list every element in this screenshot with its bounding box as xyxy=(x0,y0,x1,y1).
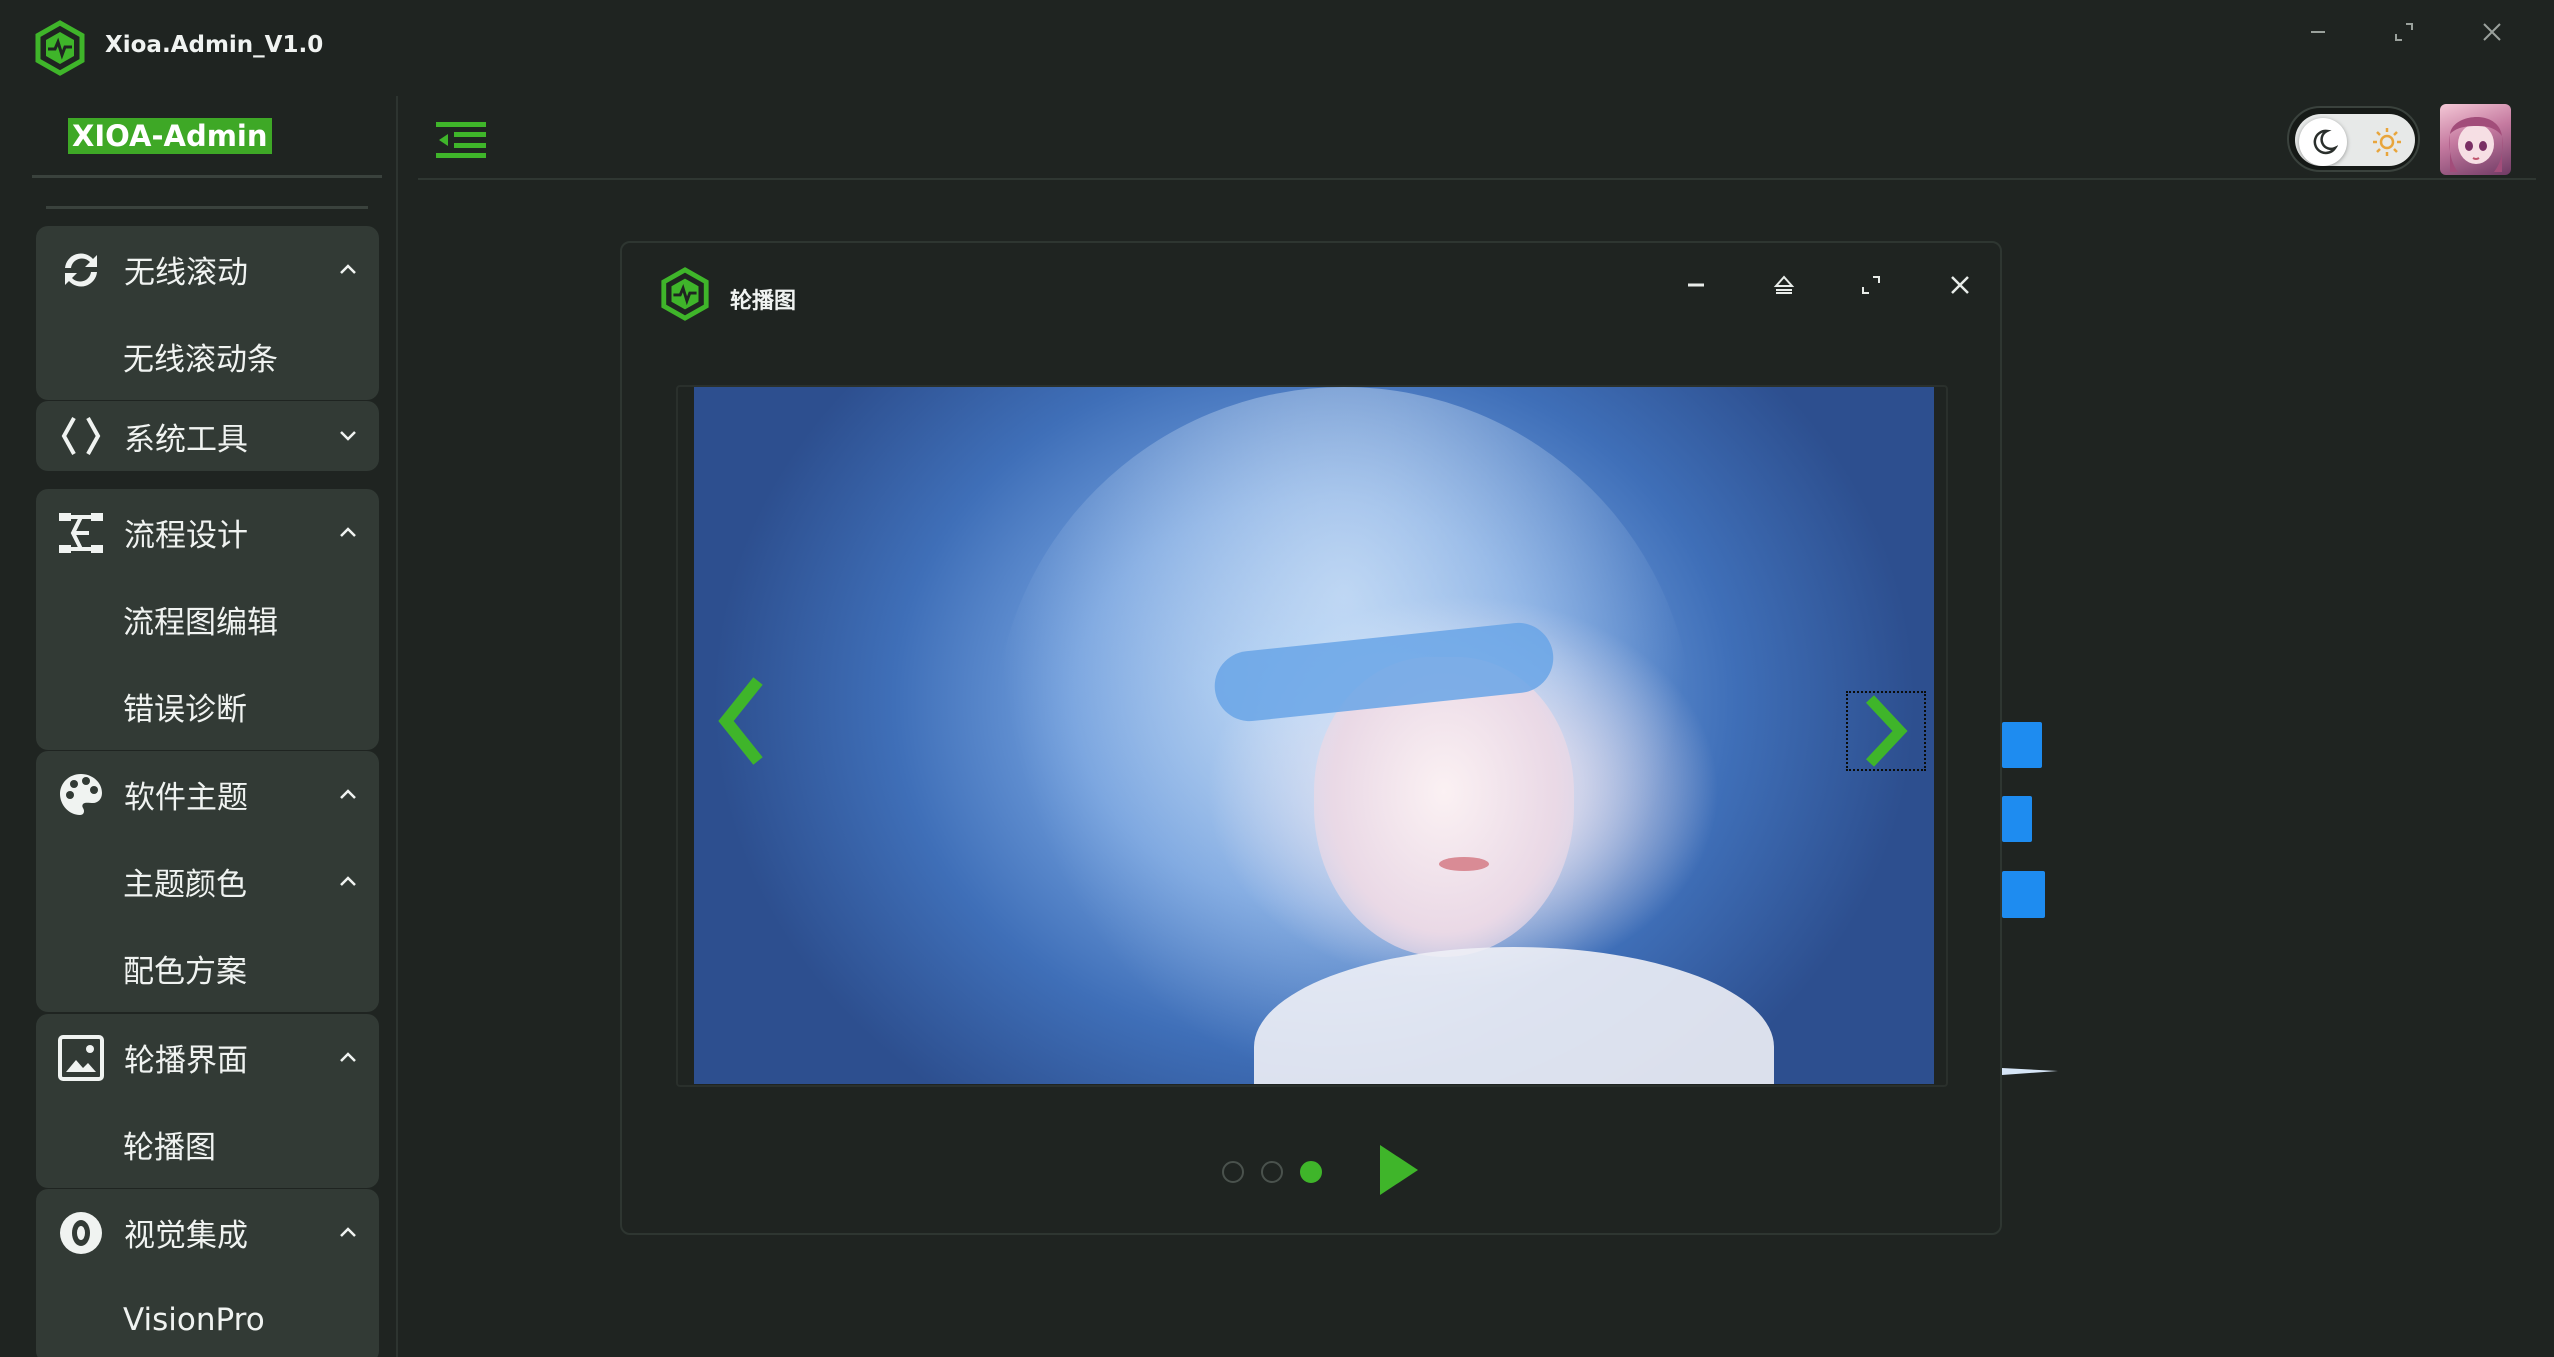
nav-group-header[interactable]: 视觉集成 xyxy=(36,1189,379,1276)
maximize-icon xyxy=(2395,23,2413,41)
sidebar-item-visionpro[interactable]: VisionPro xyxy=(36,1276,379,1357)
nav-group-label: 流程设计 xyxy=(124,518,248,554)
nav-group-system-tools: 系统工具 xyxy=(36,401,379,471)
eye-icon xyxy=(56,1208,106,1258)
chevron-up-icon xyxy=(340,789,356,799)
theme-toggle[interactable] xyxy=(2287,106,2420,172)
chevron-up-icon xyxy=(340,1052,356,1062)
minimize-button[interactable] xyxy=(2293,14,2343,50)
nav-group-header[interactable]: 流程设计 xyxy=(36,489,379,576)
minimize-icon xyxy=(2311,31,2325,33)
carousel-slide-image xyxy=(694,387,1934,1084)
sidebar-item-error-diagnosis[interactable]: 错误诊断 xyxy=(36,663,379,750)
sidebar: XIOA-Admin 无线滚动 无线滚动条 系统工具 流程设计 流程图编辑 错误… xyxy=(0,96,398,1357)
play-icon[interactable] xyxy=(1366,1141,1426,1199)
sidebar-item-flowchart-editor[interactable]: 流程图编辑 xyxy=(36,576,379,663)
divider xyxy=(46,206,368,209)
sun-icon xyxy=(2367,122,2407,162)
nav-group-label: 视觉集成 xyxy=(124,1218,248,1254)
carousel-dot-active[interactable] xyxy=(1300,1161,1322,1183)
dialog-pin-button[interactable] xyxy=(1764,265,1804,305)
divider xyxy=(418,178,2536,180)
app-logo-icon xyxy=(35,20,85,76)
carousel-indicators xyxy=(1222,1161,1322,1183)
chevron-down-icon xyxy=(340,431,356,441)
sidebar-item-infinite-scrollbar[interactable]: 无线滚动条 xyxy=(36,313,379,400)
sidebar-item-label: 主题颜色 xyxy=(123,867,247,903)
menu-toggle-icon[interactable] xyxy=(434,118,490,162)
maximize-button[interactable] xyxy=(2379,14,2429,50)
chevron-up-icon xyxy=(340,876,356,886)
app-logo-icon xyxy=(661,267,709,321)
code-brackets-icon xyxy=(56,411,106,461)
nav-group-header[interactable]: 系统工具 xyxy=(36,401,379,471)
chevron-up-icon xyxy=(340,527,356,537)
nav-group-label: 软件主题 xyxy=(124,780,248,816)
sidebar-brand: XIOA-Admin xyxy=(68,118,272,154)
eject-icon xyxy=(1773,275,1795,294)
sidebar-item-color-scheme[interactable]: 配色方案 xyxy=(36,925,379,1012)
app-title: Xioa.Admin_V1.0 xyxy=(105,32,324,58)
nav-group-software-theme: 软件主题 主题颜色 配色方案 xyxy=(36,751,379,1012)
nav-group-flow-design: 流程设计 流程图编辑 错误诊断 xyxy=(36,489,379,750)
nav-group-header[interactable]: 软件主题 xyxy=(36,751,379,838)
carousel-dialog: 轮播图 xyxy=(620,241,2002,1235)
blue-marker xyxy=(2002,796,2032,842)
close-icon xyxy=(2483,23,2501,41)
maximize-icon xyxy=(1862,276,1880,294)
sidebar-item-theme-color[interactable]: 主题颜色 xyxy=(36,838,379,925)
blue-marker xyxy=(2002,871,2045,918)
blue-sliver xyxy=(2002,1068,2058,1075)
dialog-maximize-button[interactable] xyxy=(1851,265,1891,305)
nav-group-label: 轮播界面 xyxy=(124,1043,248,1079)
chevron-up-icon xyxy=(340,1227,356,1237)
carousel-dot[interactable] xyxy=(1261,1161,1283,1183)
nav-group-infinite-scroll: 无线滚动 无线滚动条 xyxy=(36,226,379,400)
divider xyxy=(32,175,382,178)
nav-group-label: 无线滚动 xyxy=(124,255,248,291)
avatar[interactable] xyxy=(2440,104,2511,175)
carousel-next-button[interactable] xyxy=(1846,691,1926,771)
carousel-prev-arrow-icon[interactable] xyxy=(710,673,774,769)
minimize-icon xyxy=(1688,283,1704,287)
palette-icon xyxy=(56,770,106,820)
nav-group-vision-integration: 视觉集成 VisionPro xyxy=(36,1189,379,1357)
nav-group-header[interactable]: 轮播界面 xyxy=(36,1014,379,1101)
sync-icon xyxy=(56,245,106,295)
chevron-up-icon xyxy=(340,264,356,274)
carousel-next-arrow-icon xyxy=(1865,695,1908,767)
nav-group-header[interactable]: 无线滚动 xyxy=(36,226,379,313)
image-icon xyxy=(56,1033,106,1083)
sidebar-item-carousel[interactable]: 轮播图 xyxy=(36,1101,379,1188)
flow-icon xyxy=(56,508,106,558)
dialog-close-button[interactable] xyxy=(1940,265,1980,305)
dialog-title: 轮播图 xyxy=(730,289,797,314)
nav-group-carousel-ui: 轮播界面 轮播图 xyxy=(36,1014,379,1188)
close-icon xyxy=(1951,276,1969,294)
carousel-dot[interactable] xyxy=(1222,1161,1244,1183)
close-button[interactable] xyxy=(2467,14,2517,50)
moon-icon xyxy=(2299,118,2347,166)
blue-marker xyxy=(2002,722,2042,768)
dialog-minimize-button[interactable] xyxy=(1676,265,1716,305)
nav-group-label: 系统工具 xyxy=(124,421,248,458)
